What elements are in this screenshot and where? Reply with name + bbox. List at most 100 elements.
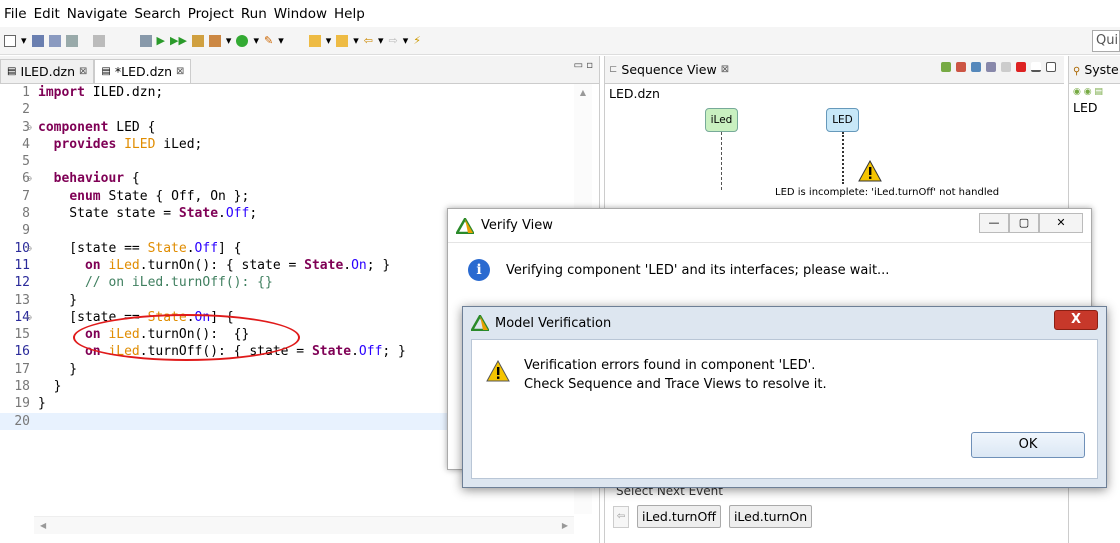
code-line[interactable]: 5 xyxy=(0,153,594,170)
fold-icon[interactable]: ⊖ xyxy=(27,119,32,136)
code-line[interactable]: 3 ⊖ component LED { xyxy=(0,119,594,136)
maximize-button[interactable]: ▢ xyxy=(1009,213,1039,233)
open-console-icon[interactable] xyxy=(92,34,105,47)
menu-navigate[interactable]: Navigate xyxy=(67,6,128,22)
menu-search[interactable]: Search xyxy=(134,6,180,22)
close-tab-icon[interactable]: ⊠ xyxy=(721,64,729,75)
tab-iled-label: ILED.dzn xyxy=(20,64,76,79)
close-button[interactable]: X xyxy=(1054,310,1098,330)
zoom-in-icon[interactable] xyxy=(941,62,951,72)
dropdown-icon[interactable]: ▾ xyxy=(378,34,384,47)
code-line[interactable]: 7 enum State { Off, On }; xyxy=(0,188,594,205)
code-line[interactable]: 4 provides ILED iLed; xyxy=(0,136,594,153)
dezyne-logo-icon xyxy=(471,315,489,331)
code-line[interactable]: 2 xyxy=(0,101,594,118)
print-icon[interactable] xyxy=(65,34,78,47)
horizontal-scrollbar[interactable]: ◀ ▶ xyxy=(34,516,574,534)
menu-edit[interactable]: Edit xyxy=(34,6,60,22)
dropdown-icon[interactable]: ▾ xyxy=(253,34,259,47)
line-number: 11 xyxy=(14,257,30,273)
system-toolbar-icons[interactable]: ◉ ◉ ▤ xyxy=(1069,84,1120,100)
bug-icon[interactable] xyxy=(236,34,249,47)
system-view-tab[interactable]: ⚲ Syste xyxy=(1069,56,1120,84)
dropdown-icon[interactable]: ▾ xyxy=(403,34,409,47)
back-icon[interactable]: ⇦ xyxy=(364,34,373,47)
editor-tabs: ▤ ILED.dzn ⊠ ▤ *LED.dzn ⊠ ▭ ▫ xyxy=(0,56,599,84)
event-button-turnon[interactable]: iLed.turnOn xyxy=(728,505,813,528)
info-icon: i xyxy=(468,259,490,281)
close-button[interactable]: ✕ xyxy=(1039,213,1083,233)
fold-icon[interactable]: ⊖ xyxy=(27,170,32,187)
dropdown-icon[interactable]: ▾ xyxy=(21,34,27,47)
previous-event-icon[interactable]: ⇦ xyxy=(613,505,629,528)
external-tools-icon[interactable] xyxy=(208,34,221,47)
minimize-button[interactable]: — xyxy=(979,213,1009,233)
model-verification-title: Model Verification xyxy=(495,315,612,331)
dropdown-icon[interactable]: ▾ xyxy=(353,34,359,47)
menu-project[interactable]: Project xyxy=(188,6,234,22)
fit-icon[interactable] xyxy=(971,62,981,72)
minimize-icon[interactable] xyxy=(1031,62,1041,72)
scroll-right-icon[interactable]: ▶ xyxy=(562,521,568,530)
back-icon[interactable] xyxy=(1001,62,1011,72)
line-number: 7 xyxy=(22,188,30,204)
line-number: 19 xyxy=(14,396,30,412)
forward-icon[interactable]: ⇨ xyxy=(389,34,398,47)
close-tab-icon[interactable]: ⊠ xyxy=(79,66,87,77)
print-icon[interactable] xyxy=(986,62,996,72)
model-verification-titlebar[interactable]: Model Verification xyxy=(463,307,1106,339)
lifeline-led[interactable]: LED xyxy=(826,108,859,132)
code-line[interactable]: 1 import ILED.dzn; xyxy=(0,84,594,101)
new-icon[interactable] xyxy=(4,34,16,47)
line-number: 12 xyxy=(14,275,30,291)
code-text: behaviour { xyxy=(53,171,140,187)
run-all-icon[interactable]: ▶▶ xyxy=(170,34,187,47)
close-tab-icon[interactable]: ⊠ xyxy=(176,66,184,77)
pin-icon[interactable]: ⚡ xyxy=(413,34,421,47)
quick-access-input[interactable]: Qui xyxy=(1092,30,1120,52)
debug-icon[interactable] xyxy=(191,34,204,47)
fold-icon[interactable]: ⊖ xyxy=(27,309,32,326)
scroll-up-icon[interactable]: ▲ xyxy=(574,88,592,97)
save-all-icon[interactable] xyxy=(48,34,61,47)
maximize-icon[interactable] xyxy=(1046,62,1056,72)
verify-message: Verifying component 'LED' and its interf… xyxy=(506,262,890,278)
model-verification-body: Verification errors found in component '… xyxy=(471,339,1098,479)
tab-iled[interactable]: ▤ ILED.dzn ⊠ xyxy=(0,59,95,83)
stop-icon[interactable] xyxy=(1016,62,1026,72)
dropdown-icon[interactable]: ▾ xyxy=(226,34,232,47)
menu-help[interactable]: Help xyxy=(334,6,365,22)
editor-window-controls[interactable]: ▭ ▫ xyxy=(574,60,593,71)
ok-button[interactable]: OK xyxy=(971,432,1085,458)
pen-icon[interactable]: ✎ xyxy=(264,34,273,47)
menu-run[interactable]: Run xyxy=(241,6,267,22)
menu-window[interactable]: Window xyxy=(274,6,327,22)
print-preview-icon[interactable] xyxy=(139,34,152,47)
line-number: 5 xyxy=(22,154,30,170)
fold-icon[interactable]: ⊖ xyxy=(27,240,32,257)
next-annotation-icon[interactable] xyxy=(336,34,349,47)
dezyne-logo-icon xyxy=(456,217,474,234)
incomplete-warning-text: LED is incomplete: 'iLed.turnOff' not ha… xyxy=(775,187,1000,198)
tab-led[interactable]: ▤ *LED.dzn ⊠ xyxy=(94,59,192,83)
scroll-left-icon[interactable]: ◀ xyxy=(40,521,46,530)
code-text: } xyxy=(38,396,46,412)
save-icon[interactable] xyxy=(31,34,44,47)
zoom-out-icon[interactable] xyxy=(956,62,966,72)
run-icon[interactable]: ▶ xyxy=(157,34,165,47)
annotation-icon[interactable] xyxy=(308,34,321,47)
code-text: import ILED.dzn; xyxy=(38,85,164,100)
dropdown-icon[interactable]: ▾ xyxy=(278,34,284,47)
event-button-turnoff[interactable]: iLed.turnOff xyxy=(637,505,721,528)
line-number: 13 xyxy=(14,292,30,308)
lifeline-iled[interactable]: iLed xyxy=(705,108,738,132)
code-line[interactable]: 6 ⊖ behaviour { xyxy=(0,170,594,187)
menu-file[interactable]: File xyxy=(4,6,27,22)
menu-bar: File Edit Navigate Search Project Run Wi… xyxy=(0,0,1120,27)
model-verification-dialog: Model Verification X Verification errors… xyxy=(462,306,1107,488)
sequence-icon: ⊏ xyxy=(609,64,618,75)
verify-view-title: Verify View xyxy=(481,218,553,233)
warning-icon[interactable] xyxy=(858,160,882,182)
dropdown-icon[interactable]: ▾ xyxy=(326,34,332,47)
